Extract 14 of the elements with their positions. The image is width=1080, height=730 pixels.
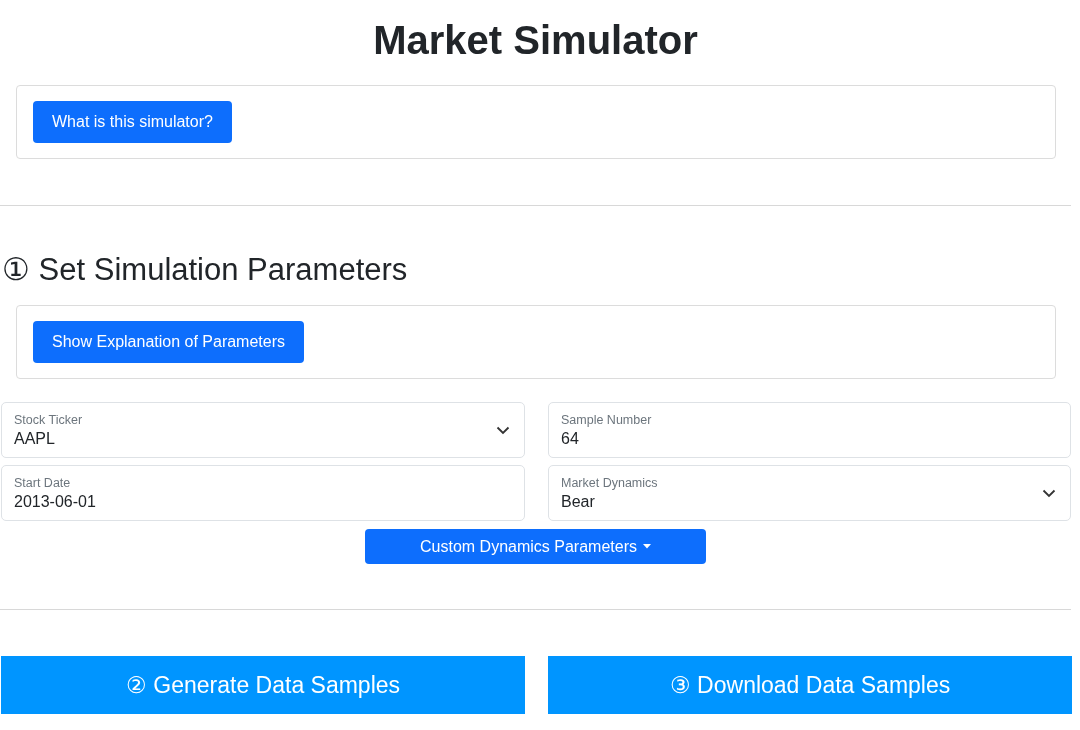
select-field[interactable]: Market Dynamics Bear	[548, 465, 1071, 521]
chevron-down-icon	[496, 425, 510, 435]
custom-dynamics-button[interactable]: Custom Dynamics Parameters	[365, 529, 706, 564]
page-title: Market Simulator	[372, 17, 699, 64]
caret-icon	[642, 544, 651, 549]
chevron-down-icon	[1042, 488, 1056, 498]
action-button[interactable]: ③ Download Data Samples	[548, 656, 1072, 714]
input-field[interactable]: Start Date 2013-06-01	[1, 465, 525, 521]
explanation-button[interactable]: Show Explanation of Parameters	[33, 321, 304, 363]
select-field[interactable]: Stock Ticker AAPL	[1, 402, 525, 458]
info-button[interactable]: What is this simulator?	[33, 101, 232, 143]
action-button[interactable]: ② Generate Data Samples	[1, 656, 525, 714]
section-heading: ① Set Simulation Parameters	[2, 251, 409, 289]
input-field[interactable]: Sample Number 64	[548, 402, 1071, 458]
